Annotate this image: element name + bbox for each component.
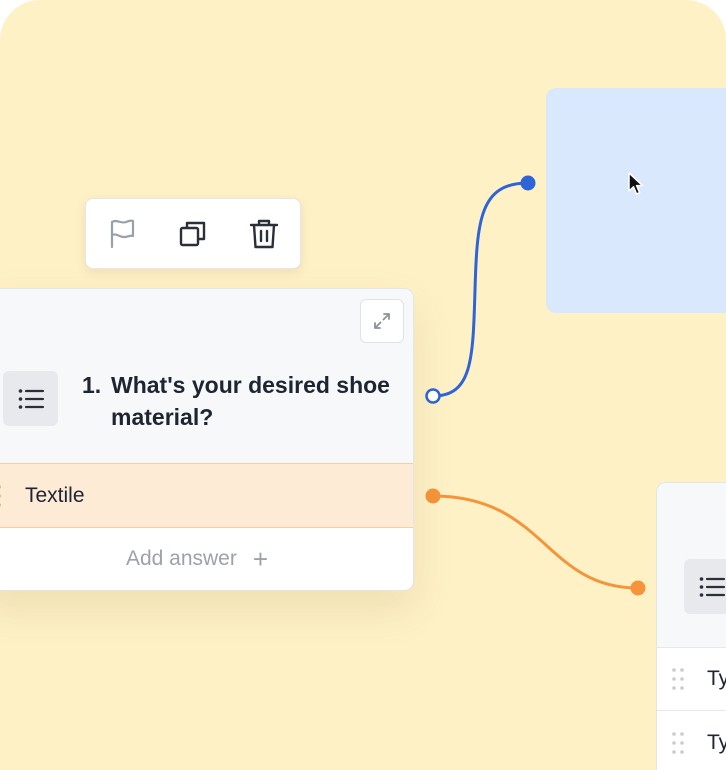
drag-handle-icon[interactable] [671,667,685,691]
question-title: What's your desired shoe material? [111,372,390,430]
delete-button[interactable] [229,199,300,268]
add-answer-button[interactable]: Add answer + [0,528,413,590]
question-number: 1. [82,372,102,398]
plus-icon: + [252,544,269,574]
next-question-card-header [657,483,726,648]
next-question-card[interactable]: Ty Ty [656,482,726,770]
answer-label: Textile [25,484,85,507]
expand-icon [374,313,390,329]
copy-icon [179,221,206,246]
list-icon [699,576,725,597]
drag-handle-icon[interactable] [0,484,5,508]
question-type-badge [684,559,726,614]
question-card-header: 1. What's your desired shoe material? [0,289,413,463]
orange-connector-line [432,494,639,590]
mouse-cursor-icon [628,172,644,195]
orange-connector-start-handle[interactable] [425,488,441,504]
list-icon [18,388,44,409]
answer-label: Ty [707,667,726,690]
node-toolbar [85,198,301,269]
flag-icon [110,218,134,248]
question-card[interactable]: 1. What's your desired shoe material? Te… [0,288,414,591]
answer-option[interactable]: Textile [0,463,413,528]
blue-connector-end-handle[interactable] [520,175,536,191]
duplicate-button[interactable] [157,199,228,268]
answer-option[interactable]: Ty [657,647,726,711]
question-type-badge [3,371,58,426]
flag-button[interactable] [86,199,157,268]
blue-connector-line [432,181,529,398]
expand-button[interactable] [360,299,404,343]
add-answer-label: Add answer [125,547,237,570]
drag-handle-icon[interactable] [671,731,685,755]
answer-label: Ty [707,731,726,754]
trash-icon [250,219,279,248]
answer-option[interactable]: Ty [657,711,726,770]
blue-connector-start-handle[interactable] [425,388,441,404]
flow-canvas[interactable]: 1. What's your desired shoe material? Te… [0,0,726,770]
orange-connector-end-handle[interactable] [630,580,646,596]
